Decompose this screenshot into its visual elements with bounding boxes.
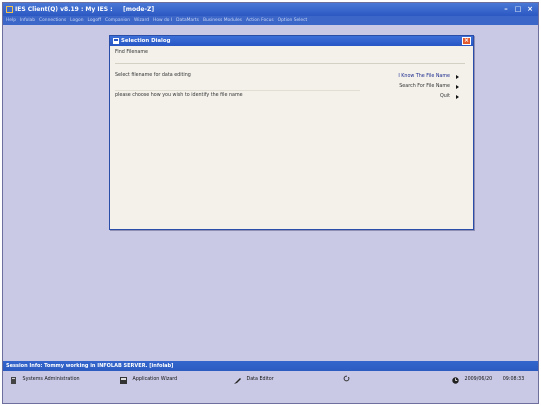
- option-know-file-name[interactable]: I Know The File Name: [379, 72, 459, 82]
- arrow-right-icon: [456, 95, 459, 99]
- menu-how-do-i[interactable]: How do I: [153, 16, 172, 25]
- choose-instruction: please choose how you wish to identify t…: [115, 93, 243, 98]
- option-label: Search For File Name: [399, 84, 450, 89]
- window-mode: [mode-Z]: [123, 6, 155, 13]
- window-title: IES Client(Q) v8.19 : My IES :: [15, 6, 113, 13]
- arrow-right-icon: [456, 75, 459, 79]
- dialog-icon: [113, 38, 119, 44]
- app-window: IES Client(Q) v8.19 : My IES : [mode-Z] …: [2, 2, 539, 404]
- option-quit[interactable]: Quit: [379, 92, 459, 102]
- data-editor-button[interactable]: Data Editor: [234, 374, 274, 386]
- option-label: Quit: [439, 94, 450, 99]
- dialog-body: Find Filename Select filename for data e…: [110, 46, 473, 229]
- time-label: 09:08:33: [502, 377, 525, 382]
- session-info-bar: Session Info: Tommy working in INFOLAB S…: [3, 361, 538, 371]
- title-bar: IES Client(Q) v8.19 : My IES : [mode-Z] …: [3, 3, 538, 16]
- menu-bar: Help Infolab Connections Logon Logoff Co…: [3, 16, 538, 25]
- find-filename-label: Find Filename: [115, 50, 148, 55]
- app-icon: [6, 6, 13, 13]
- application-wizard-label: Application Wizard: [132, 377, 178, 382]
- menu-option-select[interactable]: Option Select: [278, 16, 308, 25]
- data-editor-label: Data Editor: [246, 377, 274, 382]
- application-wizard-button[interactable]: Application Wizard: [120, 374, 177, 386]
- divider: [115, 63, 465, 64]
- option-label: I Know The File Name: [398, 74, 450, 79]
- dialog-title-bar: Selection Dialog ×: [110, 36, 473, 46]
- date-label: 2009/06/20: [464, 377, 493, 382]
- clock: 2009/06/20 09:08:33: [452, 374, 524, 386]
- refresh-icon: [343, 375, 350, 382]
- pencil-icon: [234, 377, 241, 384]
- arrow-right-icon: [456, 85, 459, 89]
- select-filename-label: Select filename for data editing: [115, 73, 191, 78]
- menu-logon[interactable]: Logon: [70, 16, 83, 25]
- option-list: I Know The File Name Search For File Nam…: [379, 72, 459, 102]
- menu-help[interactable]: Help: [6, 16, 16, 25]
- minimize-icon[interactable]: –: [502, 5, 510, 13]
- clock-icon: [452, 376, 459, 384]
- option-search-file-name[interactable]: Search For File Name: [379, 82, 459, 92]
- refresh-button[interactable]: [343, 374, 354, 386]
- menu-connections[interactable]: Connections: [39, 16, 66, 25]
- dialog-close-icon[interactable]: ×: [462, 37, 471, 45]
- close-icon[interactable]: ×: [526, 5, 534, 13]
- systems-administration-label: Systems Administration: [22, 377, 80, 382]
- menu-infolab[interactable]: Infolab: [20, 16, 35, 25]
- dialog-title: Selection Dialog: [121, 38, 171, 44]
- selection-dialog: Selection Dialog × Find Filename Select …: [109, 35, 474, 230]
- menu-business-modules[interactable]: Business Modules: [203, 16, 242, 25]
- window-controls: – □ ×: [502, 5, 534, 14]
- restore-icon[interactable]: □: [514, 5, 522, 13]
- wizard-icon: [120, 376, 127, 384]
- divider: [115, 90, 360, 91]
- menu-companion[interactable]: Companion: [105, 16, 130, 25]
- taskbar: Systems Administration Application Wizar…: [3, 371, 538, 403]
- server-icon: [11, 376, 16, 384]
- systems-administration-button[interactable]: Systems Administration: [10, 374, 80, 386]
- menu-logoff[interactable]: Logoff: [87, 16, 101, 25]
- menu-wizard[interactable]: Wizard: [134, 16, 149, 25]
- menu-action-focus[interactable]: Action Focus: [246, 16, 274, 25]
- menu-datamarts[interactable]: DataMarts: [176, 16, 199, 25]
